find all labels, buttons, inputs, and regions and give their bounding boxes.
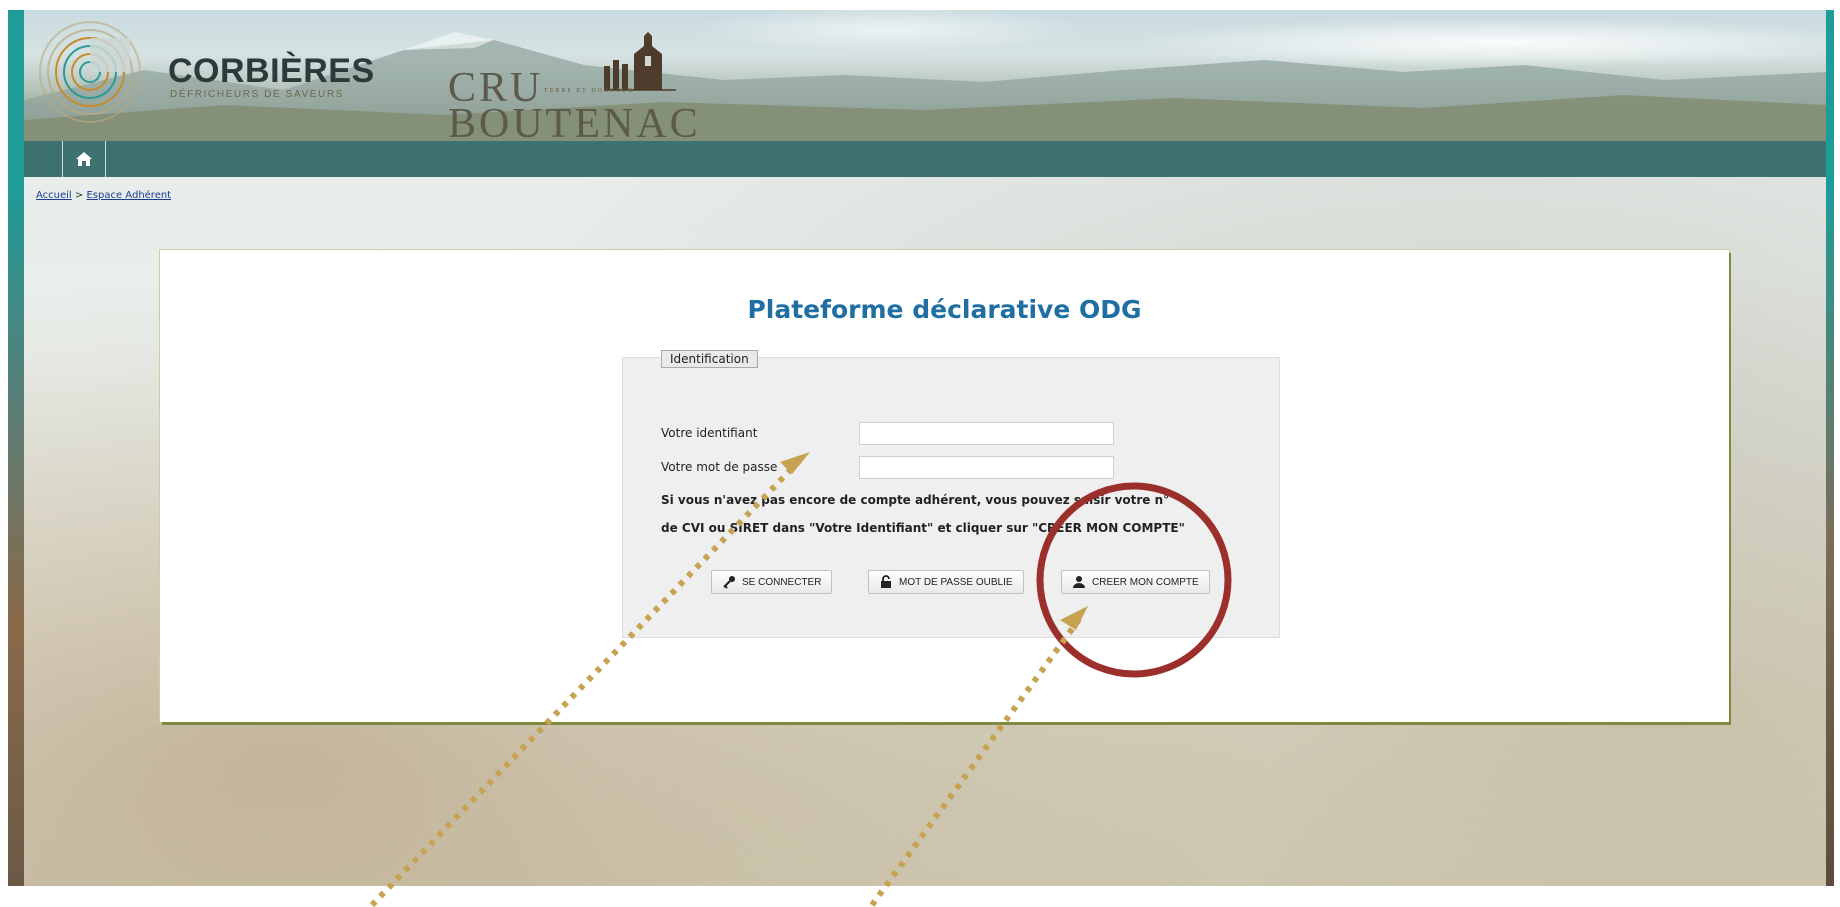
- left-edge-bar: [8, 10, 24, 886]
- fieldset-legend: Identification: [661, 350, 758, 368]
- home-icon: [76, 152, 92, 166]
- corbieres-logo[interactable]: [36, 18, 144, 126]
- key-icon: [723, 576, 735, 589]
- password-input[interactable]: [859, 456, 1114, 479]
- create-account-label: CREER MON COMPTE: [1092, 576, 1199, 588]
- right-edge-bar: [1826, 10, 1834, 886]
- login-button[interactable]: SE CONNECTER: [711, 570, 833, 594]
- nav-bar: [24, 141, 1826, 177]
- identification-fieldset: Identification Votre identifiant Votre m…: [622, 350, 1280, 638]
- brand-tagline: DÉFRICHEURS DE SAVEURS: [170, 89, 344, 100]
- home-button[interactable]: [62, 141, 106, 177]
- identifiant-label: Votre identifiant: [661, 426, 758, 440]
- church-icon: [604, 32, 676, 91]
- help-text-line2: de CVI ou SIRET dans "Votre Identifiant"…: [661, 521, 1185, 535]
- breadcrumb-current-link[interactable]: Espace Adhérent: [86, 190, 171, 201]
- unlock-icon: [881, 575, 891, 588]
- forgot-password-label: MOT DE PASSE OUBLIE: [899, 576, 1013, 588]
- help-text-line1: Si vous n'avez pas encore de compte adhé…: [661, 493, 1170, 507]
- login-button-label: SE CONNECTER: [742, 576, 822, 588]
- brand-name: CORBIÈRES: [168, 52, 375, 90]
- login-panel: Plateforme déclarative ODG Identificatio…: [160, 250, 1729, 722]
- breadcrumb: Accueil > Espace Adhérent: [36, 190, 171, 201]
- page-background: CORBIÈRES DÉFRICHEURS DE SAVEURS CRU TER…: [8, 10, 1834, 886]
- forgot-password-button[interactable]: MOT DE PASSE OUBLIE: [868, 570, 1024, 594]
- identifiant-input[interactable]: [859, 422, 1114, 445]
- header-banner: CORBIÈRES DÉFRICHEURS DE SAVEURS CRU TER…: [24, 10, 1826, 147]
- password-label: Votre mot de passe: [661, 460, 778, 474]
- cru-tagline: TERRE ET DOUCEUR: [544, 88, 635, 94]
- breadcrumb-separator: >: [71, 190, 87, 201]
- breadcrumb-home-link[interactable]: Accueil: [36, 190, 72, 201]
- user-icon: [1073, 576, 1085, 588]
- page-title: Plateforme déclarative ODG: [747, 295, 1142, 324]
- create-account-button[interactable]: CREER MON COMPTE: [1061, 570, 1210, 594]
